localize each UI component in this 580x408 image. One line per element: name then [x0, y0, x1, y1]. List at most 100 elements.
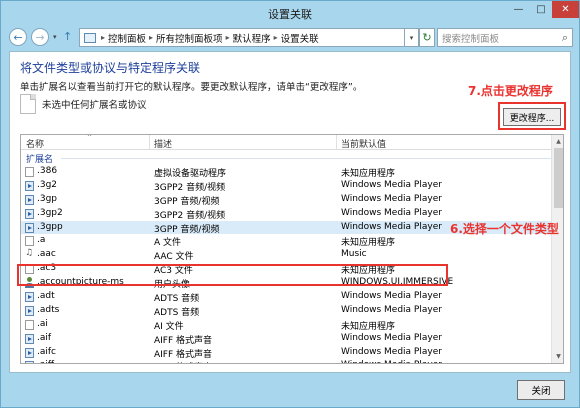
row-default-program: Windows Media Player [341, 207, 442, 218]
blank-file-icon [25, 236, 34, 247]
row-default-program: Music [341, 249, 367, 260]
scroll-down-icon[interactable]: ▼ [552, 350, 563, 363]
document-icon [20, 94, 36, 114]
breadcrumb-separator: ▸ [101, 33, 106, 42]
row-extension: .adts [37, 304, 60, 315]
list-header: 名称 ^ 描述 当前默认值 [21, 135, 551, 150]
scrollbar-thumb[interactable] [554, 148, 563, 208]
row-default-program: Windows Media Player [341, 304, 442, 315]
recent-locations-dropdown-icon[interactable]: ▾ [53, 33, 57, 41]
media-player-file-icon [25, 292, 34, 303]
up-arrow-icon[interactable]: ↑ [63, 30, 72, 43]
row-default-program: 未知应用程序 [341, 169, 396, 179]
row-extension: .adt [37, 291, 55, 302]
column-divider[interactable] [336, 135, 337, 150]
control-panel-icon [84, 32, 96, 43]
breadcrumb-set-associations[interactable]: 设置关联 [281, 31, 319, 45]
media-player-file-icon [25, 180, 34, 191]
row-extension: .3gp2 [37, 207, 63, 218]
title-bar[interactable]: 设置关联 — □ ✕ [1, 1, 579, 25]
address-bar[interactable]: ▸ 控制面板 ▸ 所有控制面板项 ▸ 默认程序 ▸ 设置关联 [79, 28, 405, 47]
row-extension: .3gpp [37, 221, 63, 232]
row-description: 3GPP2 音频/视频 [154, 210, 226, 221]
refresh-icon[interactable]: ↻ [419, 28, 435, 47]
row-description: 3GPP2 音频/视频 [154, 182, 226, 193]
table-row[interactable]: .ai AI 文件 未知应用程序 [21, 318, 551, 332]
row-extension: .aif [37, 332, 52, 343]
row-extension: .3g2 [37, 179, 58, 190]
back-arrow-icon[interactable]: ← [9, 28, 27, 46]
annotation-step-7: 7.点击更改程序 [468, 84, 553, 98]
media-player-file-icon [25, 333, 34, 344]
table-row[interactable]: .aifc AIFF 格式声音 Windows Media Player [21, 346, 551, 360]
maximize-button[interactable]: □ [530, 1, 552, 18]
row-description: 虚拟设备驱动程序 [154, 169, 227, 179]
row-description: AIFF 格式声音 [154, 335, 213, 346]
close-button[interactable]: 关闭 [517, 380, 565, 400]
set-associations-window: 设置关联 — □ ✕ ← → ▾ ↑ ▸ 控制面板 ▸ 所有控制面板项 ▸ 默认… [0, 0, 580, 408]
media-player-file-icon [25, 347, 34, 358]
footer: 关闭 [9, 373, 571, 403]
no-selection-text: 未选中任何扩展名或协议 [42, 100, 147, 111]
page-description: 单击扩展名以查看当前打开它的默认程序。要更改默认程序，请单击“更改程序”。 [20, 82, 363, 93]
table-row[interactable]: .adt ADTS 音频 Windows Media Player [21, 290, 551, 304]
vertical-scrollbar[interactable]: ▲ ▼ [551, 135, 563, 363]
table-row[interactable]: .adts ADTS 音频 Windows Media Player [21, 304, 551, 318]
table-row[interactable]: .386 虚拟设备驱动程序 未知应用程序 [21, 165, 551, 179]
breadcrumb-all-items[interactable]: 所有控制面板项 [156, 31, 223, 45]
minimize-button[interactable]: — [507, 1, 530, 18]
search-input[interactable]: 搜索控制面板 ⌕ [437, 28, 573, 47]
breadcrumb-separator: ▸ [225, 33, 230, 42]
scroll-up-icon[interactable]: ▲ [552, 135, 563, 148]
annotation-step-6: 6.选择一个文件类型 [450, 222, 559, 236]
row-description: AIFF 格式声音 [154, 349, 213, 360]
row-extension: .a [37, 235, 46, 246]
close-window-button[interactable]: ✕ [552, 1, 579, 18]
column-header-description[interactable]: 描述 [154, 137, 172, 150]
breadcrumb-control-panel[interactable]: 控制面板 [108, 31, 146, 45]
table-row[interactable]: .3gp2 3GPP2 音频/视频 Windows Media Player [21, 207, 551, 221]
table-row[interactable]: .3gp 3GPP 音频/视频 Windows Media Player [21, 193, 551, 207]
media-player-file-icon [25, 208, 34, 219]
table-row[interactable]: .aac AAC 文件 Music [21, 248, 551, 262]
row-default-program: Windows Media Player [341, 221, 442, 232]
group-header-extensions[interactable]: 扩展名 [21, 152, 551, 165]
file-types-list[interactable]: 名称 ^ 描述 当前默认值 扩展名 .386 虚拟设备驱动程序 未知应用程序 .3g2… [20, 134, 564, 364]
page-heading: 将文件类型或协议与特定程序关联 [20, 61, 201, 75]
search-placeholder: 搜索控制面板 [442, 33, 500, 45]
breadcrumb-separator: ▸ [273, 33, 278, 42]
breadcrumb-separator: ▸ [149, 33, 154, 42]
row-default-program: Windows Media Player [341, 360, 442, 363]
row-default-program: 未知应用程序 [341, 321, 396, 332]
table-row[interactable]: .aif AIFF 格式声音 Windows Media Player [21, 332, 551, 346]
table-row[interactable]: .3g2 3GPP2 音频/视频 Windows Media Player [21, 179, 551, 193]
row-default-program: 未知应用程序 [341, 238, 396, 249]
row-description: AIFF 格式声音 [154, 360, 212, 363]
row-description: 3GPP 音频/视频 [154, 224, 220, 235]
blank-file-icon [25, 319, 34, 330]
column-header-default-program[interactable]: 当前默认值 [341, 137, 386, 150]
media-player-file-icon [25, 361, 34, 363]
change-program-button[interactable]: 更改程序... [503, 108, 561, 126]
breadcrumb-default-programs[interactable]: 默认程序 [233, 31, 271, 45]
row-extension: .3gp [37, 193, 58, 204]
highlight-box-selected-row [17, 264, 448, 286]
row-description: 3GPP 音频/视频 [154, 196, 220, 207]
row-extension: .aiff [37, 360, 54, 363]
media-player-file-icon [25, 222, 34, 233]
music-note-icon [25, 248, 35, 258]
address-dropdown-icon[interactable]: ▾ [405, 28, 419, 47]
column-divider[interactable] [149, 135, 150, 150]
column-header-name[interactable]: 名称 [26, 137, 44, 150]
media-player-file-icon [25, 305, 34, 316]
row-description: ADTS 音频 [154, 294, 200, 305]
row-default-program: Windows Media Player [341, 346, 442, 357]
media-player-file-icon [25, 194, 34, 205]
table-row[interactable]: .aiff AIFF 格式声音 Windows Media Player [21, 359, 551, 363]
row-extension: .ai [37, 318, 48, 329]
search-icon[interactable]: ⌕ [562, 31, 568, 45]
row-extension: .386 [37, 166, 58, 176]
group-divider [61, 158, 551, 159]
navigation-bar: ← → ▾ ↑ ▸ 控制面板 ▸ 所有控制面板项 ▸ 默认程序 ▸ 设置关联 ▾… [1, 25, 579, 49]
forward-arrow-icon[interactable]: → [31, 28, 49, 46]
